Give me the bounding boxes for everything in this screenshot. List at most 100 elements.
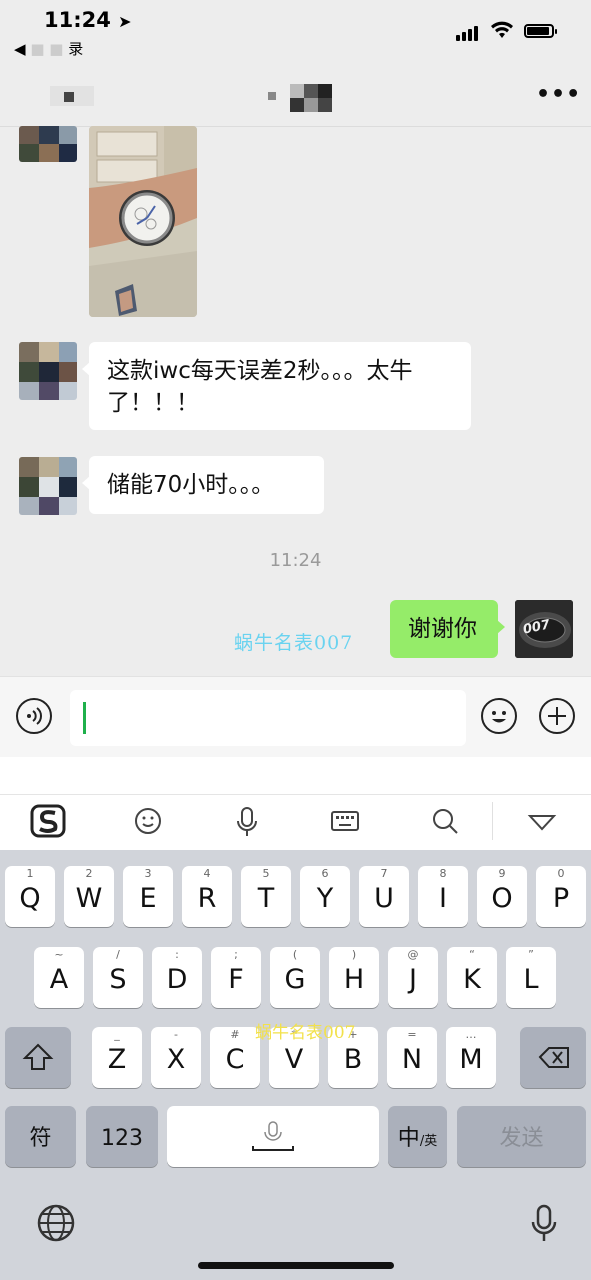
key-label: U — [374, 883, 394, 914]
message-bubble-received[interactable]: 这款iwc每天误差2秒。。。太牛了！！！ — [82, 342, 471, 430]
key-x[interactable]: -X — [151, 1027, 201, 1088]
key-label: D — [166, 964, 188, 995]
message-bubble-sent[interactable]: 谢谢你 — [390, 600, 505, 658]
key-r[interactable]: 4R — [182, 866, 232, 927]
key-k[interactable]: “K — [447, 947, 497, 1008]
home-indicator — [198, 1262, 394, 1269]
key-s[interactable]: / S — [93, 947, 143, 1008]
sogou-logo-icon[interactable] — [30, 802, 68, 844]
emoji-panel-icon[interactable] — [133, 806, 163, 840]
numbers-key[interactable]: 123 — [86, 1106, 158, 1167]
key-label: Z — [107, 1044, 127, 1075]
contact-avatar[interactable] — [19, 457, 77, 515]
key-secondary-label: ” — [528, 948, 534, 961]
key-secondary-label: @ — [407, 948, 419, 961]
space-key[interactable] — [167, 1106, 379, 1167]
key-w[interactable]: 2W — [64, 866, 114, 927]
watch-photo-message[interactable] — [89, 126, 197, 317]
keyboard-toolbar — [0, 794, 591, 851]
key-label: Q — [19, 883, 41, 914]
search-icon[interactable] — [430, 806, 460, 840]
key-label: A — [49, 964, 69, 995]
language-switch-key[interactable]: 中/英 — [388, 1106, 447, 1167]
key-label: X — [166, 1044, 186, 1075]
key-u[interactable]: 7U — [359, 866, 409, 927]
symbols-key[interactable]: 符 — [5, 1106, 76, 1167]
emoji-icon[interactable] — [481, 698, 517, 734]
more-icon[interactable]: ••• — [536, 82, 581, 107]
key-n[interactable]: = N — [387, 1027, 437, 1088]
message-text: 储能70小时。。。 — [107, 472, 275, 498]
signal-icon — [456, 22, 480, 41]
input-spacer — [0, 757, 591, 794]
send-key[interactable]: 发送 — [457, 1106, 586, 1167]
key-secondary-label: 4 — [203, 867, 211, 880]
key-secondary-label: / — [116, 948, 120, 961]
key-f[interactable]: ; F — [211, 947, 261, 1008]
microphone-icon[interactable] — [233, 806, 261, 842]
plus-icon[interactable] — [539, 698, 575, 734]
key-secondary-label: = — [407, 1028, 417, 1041]
key-c[interactable]: # C — [210, 1027, 260, 1088]
key-p[interactable]: 0P — [536, 866, 586, 927]
chat-header — [0, 48, 591, 127]
contact-avatar[interactable] — [19, 342, 77, 400]
message-text: 这款iwc每天误差2秒。。。太牛了！！！ — [107, 358, 413, 416]
key-o[interactable]: 9O — [477, 866, 527, 927]
key-a[interactable]: ~ A — [34, 947, 84, 1008]
hide-keyboard-icon[interactable] — [527, 810, 557, 838]
key-label: V — [284, 1044, 304, 1075]
key-secondary-label: # — [230, 1028, 240, 1041]
text-cursor — [83, 702, 86, 734]
key-i[interactable]: 8I — [418, 866, 468, 927]
key-label: Y — [316, 883, 334, 914]
delete-key[interactable] — [520, 1027, 586, 1088]
key-l[interactable]: ” L — [506, 947, 556, 1008]
key-label: W — [75, 883, 103, 914]
key-label: H — [343, 964, 365, 995]
key-secondary-label: 9 — [498, 867, 506, 880]
key-label: P — [552, 883, 570, 914]
key-label: L — [523, 964, 539, 995]
keyboard-switch-icon[interactable] — [330, 806, 360, 840]
key-e[interactable]: 3E — [123, 866, 173, 927]
message-timestamp: 11:24 — [269, 550, 322, 571]
key-secondary-label: : — [175, 948, 179, 961]
key-secondary-label: 6 — [321, 867, 329, 880]
key-secondary-label: 0 — [557, 867, 565, 880]
key-g[interactable]: (G — [270, 947, 320, 1008]
my-avatar[interactable]: 007 — [515, 600, 573, 658]
contact-avatar[interactable] — [19, 126, 77, 162]
key-secondary-label: 8 — [439, 867, 447, 880]
key-secondary-label: 2 — [85, 867, 93, 880]
key-z[interactable]: _ Z — [92, 1027, 142, 1088]
wifi-icon — [490, 20, 514, 44]
key-m[interactable]: … M — [446, 1027, 496, 1088]
key-label: F — [228, 964, 244, 995]
key-label: J — [409, 964, 417, 995]
key-h[interactable]: ) H — [329, 947, 379, 1008]
key-q[interactable]: 1Q — [5, 866, 55, 927]
key-j[interactable]: @ J — [388, 947, 438, 1008]
key-y[interactable]: 6Y — [300, 866, 350, 927]
voice-input-icon[interactable] — [16, 698, 52, 734]
globe-icon[interactable] — [36, 1203, 76, 1247]
key-label: G — [284, 964, 306, 995]
key-secondary-label: … — [465, 1028, 477, 1041]
key-label: K — [463, 964, 481, 995]
key-label: O — [491, 883, 513, 914]
message-input[interactable] — [70, 690, 466, 746]
watermark: 蜗牛名表007 — [234, 632, 354, 654]
key-secondary-label: 7 — [380, 867, 388, 880]
key-t[interactable]: 5T — [241, 866, 291, 927]
shift-key[interactable] — [5, 1027, 71, 1088]
key-secondary-label: 1 — [26, 867, 34, 880]
key-label: B — [343, 1044, 363, 1075]
key-d[interactable]: :D — [152, 947, 202, 1008]
message-bubble-received[interactable]: 储能70小时。。。 — [82, 456, 324, 514]
key-secondary-label: “ — [469, 948, 475, 961]
dictation-icon[interactable] — [530, 1204, 558, 1248]
key-secondary-label: ( — [292, 948, 298, 961]
key-secondary-label: 5 — [262, 867, 270, 880]
key-label: N — [401, 1044, 423, 1075]
